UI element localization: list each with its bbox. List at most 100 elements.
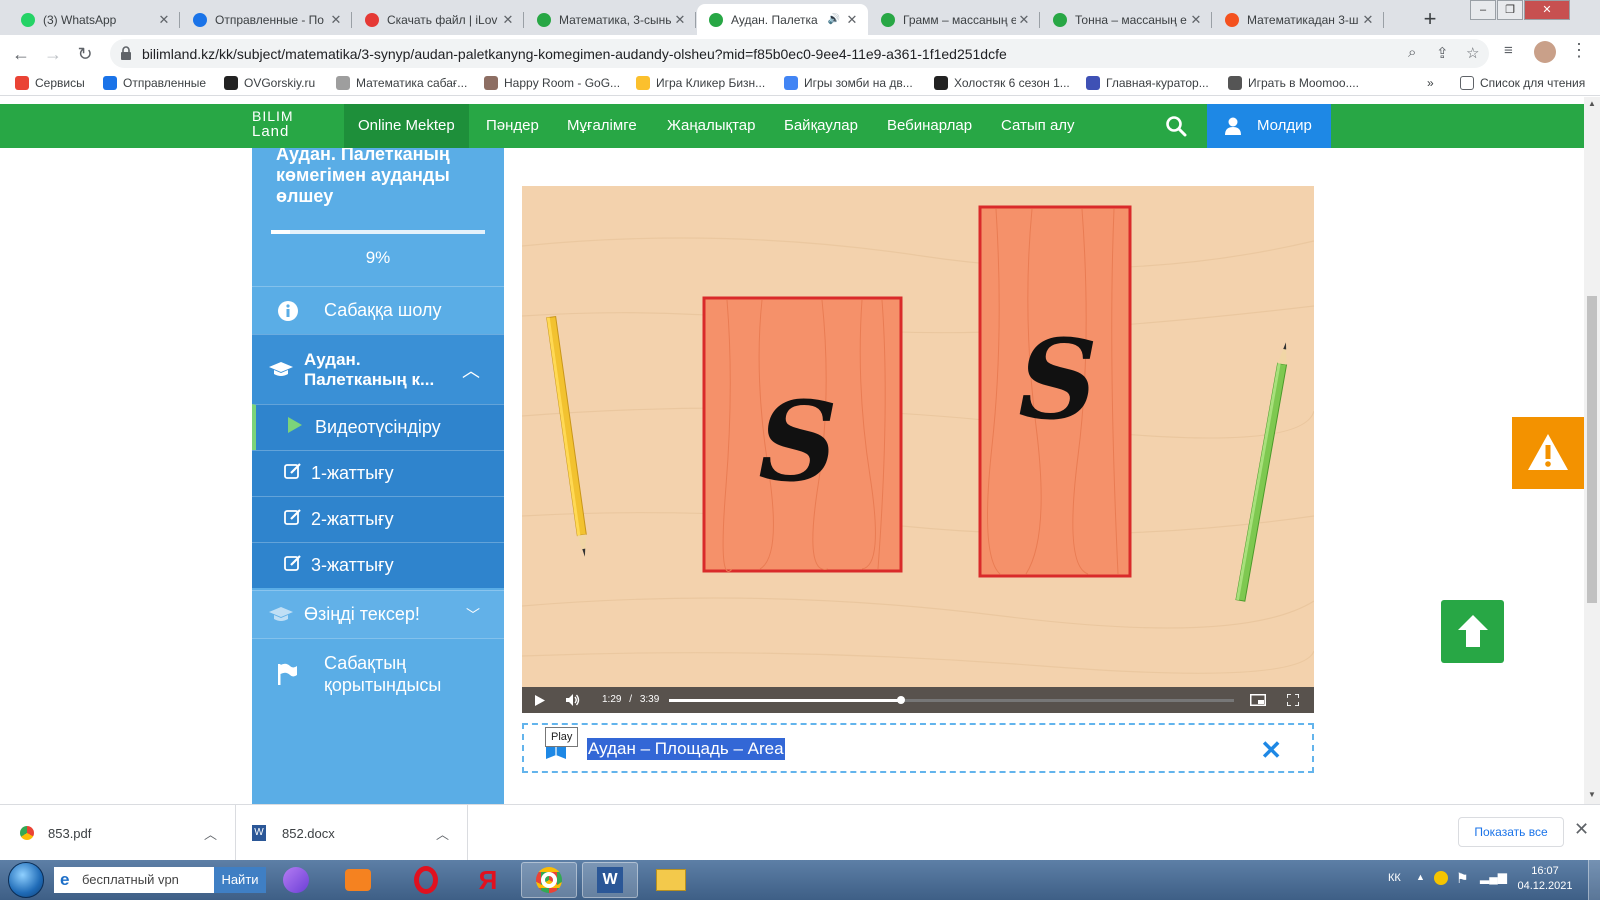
reload-button[interactable]: ↻ — [74, 43, 96, 65]
show-all-downloads-button[interactable]: Показать все — [1458, 817, 1564, 847]
nav-item[interactable]: Жаңалықтар — [667, 104, 755, 148]
close-tab-icon[interactable]: ✕ — [1188, 12, 1204, 28]
bookmark-item[interactable]: Отправленные — [103, 76, 206, 90]
start-button[interactable] — [8, 862, 44, 898]
close-tab-icon[interactable]: ✕ — [844, 12, 860, 28]
bookmark-item[interactable]: Игры зомби на дв... — [784, 76, 913, 90]
clock[interactable]: 16:07 04.12.2021 — [1510, 864, 1580, 900]
scroll-to-top-button[interactable] — [1441, 600, 1504, 663]
chevron-up-icon[interactable]: ︿ — [462, 357, 480, 383]
chevron-up-icon[interactable]: ︿ — [436, 824, 449, 843]
volume-icon[interactable] — [566, 694, 580, 706]
more-bookmarks[interactable]: » — [1427, 76, 1434, 90]
browser-tab[interactable]: Грамм – массаның е ✕ — [869, 4, 1040, 35]
sidebar-section-current[interactable]: Аудан. Палетканың к... ︿ — [252, 334, 504, 404]
bookmark-item[interactable]: Игра Кликер Бизн... — [636, 76, 765, 90]
scroll-down-arrow-icon[interactable]: ▼ — [1588, 790, 1596, 799]
language-indicator[interactable]: КК — [1388, 872, 1401, 900]
play-icon[interactable] — [535, 695, 545, 706]
bookmark-item[interactable]: OVGorskiy.ru — [224, 76, 315, 90]
close-tab-icon[interactable]: ✕ — [1016, 12, 1032, 28]
page-scrollbar[interactable]: ▲ ▼ — [1584, 97, 1600, 804]
action-center-flag-icon[interactable]: ⚑ — [1456, 870, 1469, 900]
share-icon[interactable]: ⇪ — [1436, 44, 1449, 62]
taskbar-search-button[interactable]: Найти — [214, 867, 266, 893]
chevron-up-icon[interactable]: ︿ — [204, 824, 217, 843]
browser-tab[interactable]: (3) WhatsApp ✕ — [9, 4, 180, 35]
nav-item[interactable]: Online Mektep — [344, 104, 469, 148]
user-button[interactable]: Молдир — [1207, 104, 1331, 148]
nav-item[interactable]: Мұғалімге — [567, 104, 637, 148]
url-text[interactable]: bilimland.kz/kk/subject/matematika/3-syn… — [142, 46, 1007, 62]
address-bar[interactable]: bilimland.kz/kk/subject/matematika/3-syn… — [110, 39, 1489, 68]
seek-handle[interactable] — [896, 696, 905, 704]
tray-arrow-icon[interactable]: ▲ — [1416, 872, 1425, 900]
browser-tab[interactable]: Математика, 3-сынь ✕ — [525, 4, 696, 35]
browser-tab[interactable]: Отправленные - По ✕ — [181, 4, 352, 35]
close-tab-icon[interactable]: ✕ — [1360, 12, 1376, 28]
alice-icon[interactable] — [268, 862, 324, 898]
show-desktop-button[interactable] — [1588, 860, 1600, 900]
nav-item[interactable]: Пәндер — [486, 104, 539, 148]
picture-in-picture-icon[interactable] — [1250, 694, 1266, 706]
download-item[interactable]: W 852.docx ︿ — [236, 805, 468, 861]
sidebar-item-overview[interactable]: Сабаққа шолу — [252, 286, 504, 334]
bookmark-item[interactable]: Главная-куратор... — [1086, 76, 1209, 90]
forward-button[interactable]: → — [42, 43, 64, 65]
bookmark-star-icon[interactable]: ☆ — [1466, 44, 1479, 62]
chrome-icon[interactable] — [521, 862, 577, 898]
media-player-icon[interactable] — [330, 862, 386, 898]
close-tab-icon[interactable]: ✕ — [672, 12, 688, 28]
nav-item[interactable]: Сатып алу — [1001, 104, 1075, 148]
network-signal-icon[interactable]: ▂▄▆ — [1480, 870, 1507, 900]
new-tab-button[interactable]: + — [1417, 6, 1443, 32]
nav-item[interactable]: Байқаулар — [784, 104, 858, 148]
opera-icon[interactable] — [398, 862, 454, 898]
sidebar-item-self-check[interactable]: Өзіңді тексер! ﹀ — [252, 590, 504, 638]
bookmark-item[interactable]: Математика сабағ... — [336, 76, 467, 90]
close-tab-icon[interactable]: ✕ — [156, 12, 172, 28]
close-window-button[interactable]: ✕ — [1524, 0, 1570, 20]
chevron-down-icon[interactable]: ﹀ — [466, 605, 480, 625]
browser-tab[interactable]: Аудан. Палетка 🔊 ✕ — [697, 4, 868, 35]
word-app-icon[interactable]: W — [582, 862, 638, 898]
nav-item[interactable]: Вебинарлар — [887, 104, 972, 148]
close-tab-icon[interactable]: ✕ — [500, 12, 516, 28]
close-icon[interactable]: ✕ — [1574, 819, 1589, 840]
close-icon[interactable]: ✕ — [1260, 735, 1282, 766]
video-seek-bar[interactable] — [669, 696, 1234, 704]
video-player[interactable]: S S — [522, 186, 1314, 713]
reading-list-link[interactable]: Список для чтения — [1460, 76, 1585, 90]
browser-tab[interactable]: Тонна – массаның е ✕ — [1041, 4, 1212, 35]
report-error-button[interactable] — [1512, 417, 1584, 489]
sidebar-item-summary[interactable]: Сабақтың қорытындысы — [252, 638, 504, 708]
browser-tab[interactable]: Математикадан 3-ш ✕ — [1213, 4, 1384, 35]
menu-dots-icon[interactable]: ⋮ — [1570, 40, 1588, 61]
sidebar-subitem[interactable]: 3-жаттығу — [252, 542, 504, 588]
sidebar-subitem[interactable]: 1-жаттығу — [252, 450, 504, 496]
yandex-icon[interactable]: Я — [460, 862, 516, 898]
file-explorer-icon[interactable] — [643, 862, 699, 898]
bookmark-item[interactable]: Сервисы — [15, 76, 85, 90]
bookmark-item[interactable]: Happy Room - GoG... — [484, 76, 620, 90]
sidebar-subitem[interactable]: 2-жаттығу — [252, 496, 504, 542]
tray-app-icon[interactable] — [1434, 871, 1448, 885]
maximize-button[interactable]: ❐ — [1497, 0, 1523, 20]
close-tab-icon[interactable]: ✕ — [328, 12, 344, 28]
browser-tab[interactable]: Скачать файл | iLov ✕ — [353, 4, 524, 35]
scrollbar-thumb[interactable] — [1587, 296, 1597, 603]
scroll-up-arrow-icon[interactable]: ▲ — [1588, 99, 1596, 108]
bookmark-item[interactable]: Играть в Moomoo.... — [1228, 76, 1359, 90]
back-button[interactable]: ← — [10, 43, 32, 65]
bookmark-item[interactable]: Холостяк 6 сезон 1... — [934, 76, 1070, 90]
bilimland-logo[interactable]: BILIM Land — [252, 109, 294, 140]
minimize-button[interactable]: – — [1470, 0, 1496, 20]
reading-list-icon[interactable]: ≡ — [1504, 42, 1513, 59]
taskbar-search-input[interactable]: e бесплатный vpn — [54, 867, 214, 893]
fullscreen-icon[interactable] — [1287, 694, 1299, 706]
sidebar-subitem[interactable]: Видеотүсіндіру — [252, 404, 504, 450]
download-item[interactable]: 853.pdf ︿ — [0, 805, 236, 861]
zoom-icon[interactable]: ⌕ — [1408, 44, 1416, 61]
search-icon[interactable] — [1165, 115, 1187, 137]
avatar[interactable] — [1534, 41, 1556, 63]
